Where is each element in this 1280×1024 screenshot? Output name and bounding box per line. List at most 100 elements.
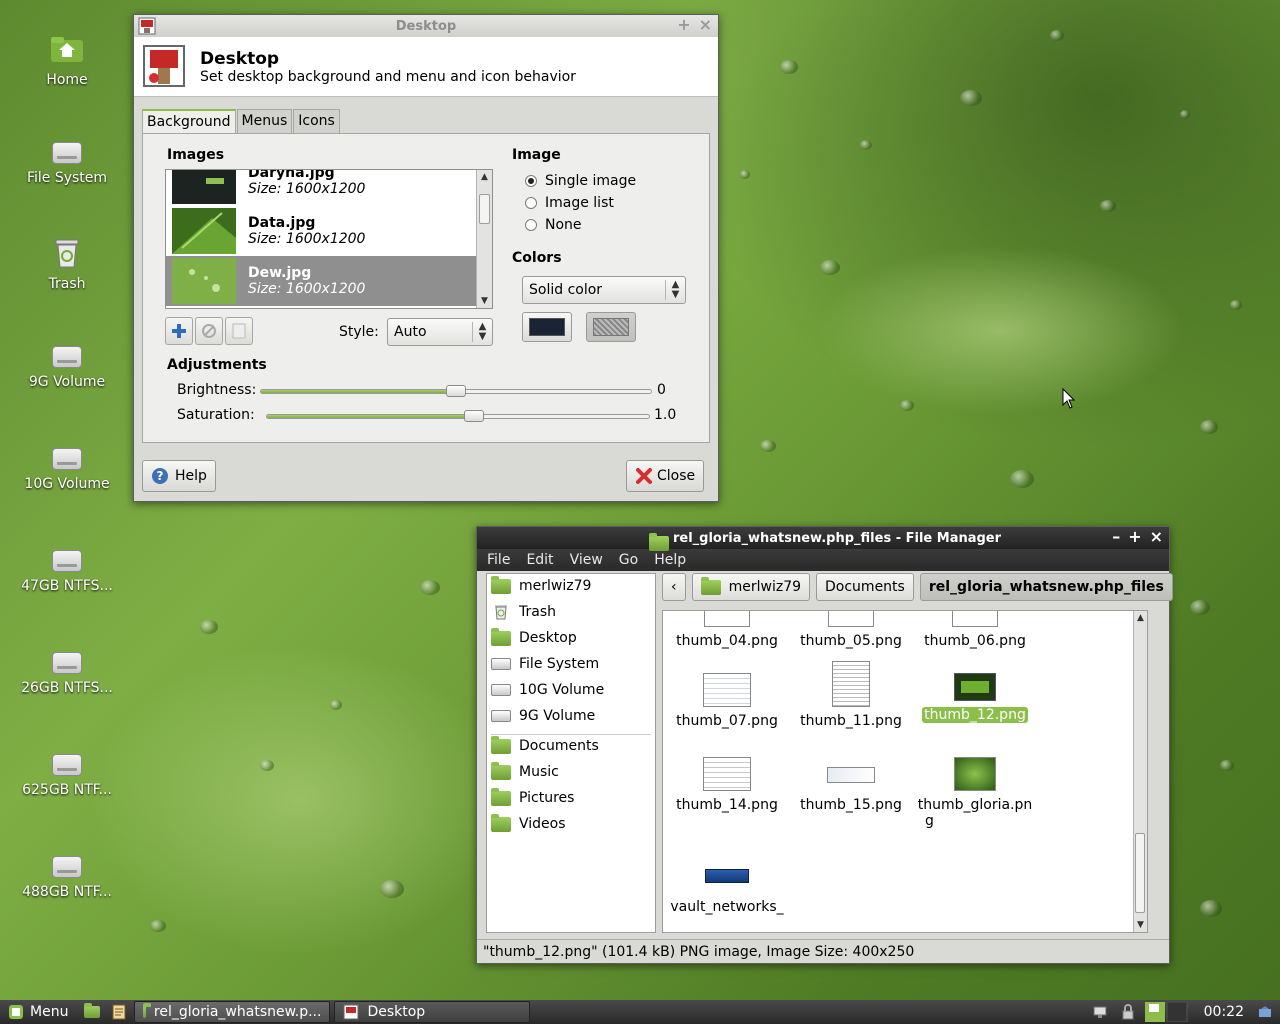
list-item[interactable]: Data.jpg Size: 1600x1200 — [166, 206, 477, 256]
sidebar-item-documents[interactable]: Documents — [491, 735, 599, 754]
file-item[interactable]: vault_networks_ — [665, 869, 789, 915]
plus-icon — [172, 324, 186, 338]
path-segment-documents[interactable]: Documents — [816, 573, 914, 601]
menu-bar: File Edit View Go Help — [477, 549, 1169, 571]
file-item[interactable]: thumb_15.png — [789, 757, 913, 813]
tab-menus[interactable]: Menus — [236, 109, 293, 135]
radio-image-list[interactable]: Image list — [525, 195, 614, 211]
tray-lock[interactable] — [1118, 1001, 1138, 1023]
file-name: thumb_05.png — [800, 633, 902, 649]
show-desktop-button[interactable] — [80, 1001, 104, 1023]
scroll-thumb[interactable] — [1135, 833, 1145, 913]
scroll-up-icon[interactable]: ▲ — [477, 170, 492, 184]
file-item[interactable]: thumb_14.png — [665, 757, 789, 813]
minimize-icon[interactable]: – — [1112, 527, 1120, 546]
thumbnail-image — [172, 170, 236, 204]
file-item[interactable]: thumb_gloria.pn g — [913, 757, 1037, 829]
file-item[interactable]: thumb_06.png — [913, 611, 1037, 649]
file-icon-view[interactable]: thumb_04.png thumb_05.png thumb_06.png t… — [662, 610, 1148, 933]
colors-combobox[interactable]: Solid color ▲ ▼ — [522, 276, 686, 304]
style-combobox[interactable]: Auto ▲ ▼ — [387, 318, 493, 346]
launcher-button[interactable] — [108, 1001, 130, 1023]
sidebar-item-music[interactable]: Music — [491, 761, 559, 780]
file-thumbnail — [832, 661, 870, 707]
open-image-button[interactable] — [225, 317, 253, 345]
scroll-up-icon[interactable]: ▲ — [1134, 611, 1147, 625]
tray-network[interactable] — [1090, 1001, 1114, 1023]
slider-fill — [267, 415, 474, 418]
primary-color-button[interactable] — [522, 312, 572, 342]
help-button[interactable]: ? Help — [142, 460, 216, 492]
file-item[interactable]: thumb_05.png — [789, 611, 913, 649]
brightness-slider-handle[interactable] — [446, 385, 466, 397]
clock[interactable]: 00:22 — [1196, 1001, 1252, 1023]
dialog-header: Desktop Set desktop background and menu … — [134, 37, 718, 97]
image-name: Dew.jpg — [248, 265, 312, 281]
sidebar-item-desktop[interactable]: Desktop — [491, 627, 577, 646]
style-combobox-value: Auto — [394, 324, 427, 340]
path-back-button[interactable]: ‹ — [662, 573, 686, 601]
menu-view[interactable]: View — [570, 552, 603, 568]
sidebar-item-pictures[interactable]: Pictures — [491, 787, 574, 806]
saturation-slider-handle[interactable] — [464, 410, 484, 422]
menu-edit[interactable]: Edit — [526, 552, 553, 568]
scroll-thumb[interactable] — [479, 194, 490, 224]
scroll-down-icon[interactable]: ▼ — [477, 294, 492, 308]
thumbnail-detail — [961, 681, 989, 693]
tab-icons[interactable]: Icons — [293, 109, 340, 135]
desktop-icon-625gb-ntfs[interactable]: 625GB NTF... — [6, 746, 128, 798]
sidebar-item-10g-volume[interactable]: 10G Volume — [491, 682, 604, 698]
file-item-selected[interactable]: thumb_12.png — [913, 673, 1037, 723]
path-segment-home[interactable]: merlwiz79 — [691, 573, 811, 601]
desktop-icon-26gb-ntfs[interactable]: 26GB NTFS... — [6, 644, 128, 696]
close-button[interactable]: Close — [626, 460, 705, 492]
sidebar-item-home[interactable]: merlwiz79 — [491, 575, 591, 594]
sidebar-item-videos[interactable]: Videos — [491, 813, 566, 832]
radio-none[interactable]: None — [525, 217, 582, 233]
file-item[interactable]: thumb_04.png — [665, 611, 789, 649]
tray-logout[interactable] — [1254, 1001, 1276, 1023]
saturation-slider-track[interactable] — [266, 414, 650, 419]
desktop-icon-488gb-ntfs[interactable]: 488GB NTF... — [6, 848, 128, 900]
maximize-icon[interactable]: + — [677, 15, 690, 34]
task-desktop-preferences[interactable]: Desktop — [334, 1001, 531, 1023]
list-item[interactable]: Dew.jpg Size: 1600x1200 — [166, 256, 477, 306]
task-file-manager[interactable]: rel_gloria_whatsnew.p... — [134, 1001, 331, 1023]
desktop-icon-trash[interactable]: Trash — [6, 236, 128, 292]
desktop-icon-home[interactable]: Home — [6, 32, 128, 88]
sidebar-item-9g-volume[interactable]: 9G Volume — [491, 708, 595, 724]
desktop-icon-10g-volume[interactable]: 10G Volume — [6, 440, 128, 492]
list-item[interactable]: Daryna.jpg Size: 1600x1200 — [166, 170, 477, 206]
desktop-icon-9g-volume[interactable]: 9G Volume — [6, 338, 128, 390]
close-icon[interactable]: × — [699, 15, 712, 34]
tab-background[interactable]: Background — [142, 109, 236, 135]
add-image-button[interactable] — [165, 317, 193, 345]
remove-image-button[interactable] — [195, 317, 223, 345]
tray-workspace-switcher[interactable] — [1142, 1001, 1192, 1023]
window-titlebar[interactable]: rel_gloria_whatsnew.php_files - File Man… — [477, 527, 1169, 551]
menu-go[interactable]: Go — [619, 552, 638, 568]
image-list[interactable]: Daryna.jpg Size: 1600x1200 Data.jpg Size: … — [165, 169, 493, 309]
menu-file[interactable]: File — [487, 552, 510, 568]
desktop-icon-47gb-ntfs[interactable]: 47GB NTFS... — [6, 542, 128, 594]
close-icon[interactable]: × — [1150, 527, 1163, 546]
secondary-color-button[interactable] — [586, 312, 636, 342]
window-titlebar[interactable]: Desktop + × — [134, 15, 718, 37]
image-list-scrollbar[interactable]: ▲ ▼ — [476, 170, 492, 308]
file-thumbnail — [954, 673, 996, 701]
scroll-down-icon[interactable]: ▼ — [1134, 918, 1147, 932]
file-item[interactable]: thumb_11.png — [789, 661, 913, 729]
file-view-scrollbar[interactable]: ▲ ▼ — [1133, 611, 1147, 932]
file-item[interactable]: thumb_07.png — [665, 673, 789, 729]
path-segment-current[interactable]: rel_gloria_whatsnew.php_files — [919, 573, 1173, 601]
radio-single-image[interactable]: Single image — [525, 173, 636, 189]
style-label: Style: — [339, 324, 379, 340]
file-thumbnail — [828, 611, 874, 627]
sidebar-item-trash[interactable]: Trash — [491, 604, 556, 620]
maximize-icon[interactable]: + — [1128, 527, 1141, 546]
main-menu-button[interactable]: Menu — [0, 1001, 76, 1023]
desktop-icon-file-system[interactable]: File System — [6, 134, 128, 186]
menu-help[interactable]: Help — [654, 552, 686, 568]
folder-icon — [143, 1003, 154, 1018]
sidebar-item-file-system[interactable]: File System — [491, 656, 599, 672]
